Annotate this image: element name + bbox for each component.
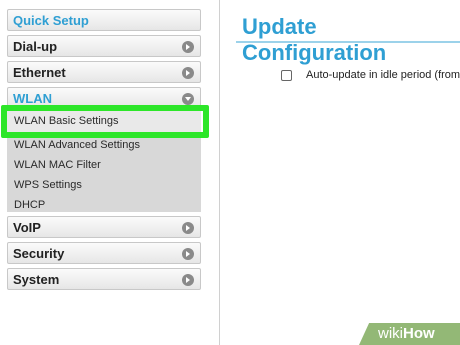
chevron-right-icon <box>182 222 194 234</box>
sidebar-nav: Quick Setup Dial-up Ethernet WLAN WLAN A… <box>1 0 209 345</box>
page-title: Update Configuration <box>242 14 387 65</box>
sidebar-item-quick-setup[interactable]: Quick Setup <box>7 9 201 31</box>
sidebar-item-label: Ethernet <box>13 64 66 80</box>
chevron-right-icon <box>182 67 194 79</box>
title-underline <box>236 41 460 43</box>
chevron-right-icon <box>182 41 194 53</box>
sidebar-item-label: VoIP <box>13 219 41 235</box>
submenu-item-wps-settings[interactable]: WPS Settings <box>14 179 82 191</box>
auto-update-label: Auto-update in idle period (from 3 <box>306 69 460 81</box>
sidebar-item-ethernet[interactable]: Ethernet <box>7 61 201 83</box>
sidebar-item-dial-up[interactable]: Dial-up <box>7 35 201 57</box>
highlight-box <box>1 105 209 138</box>
sidebar-item-security[interactable]: Security <box>7 242 201 264</box>
vertical-divider <box>219 0 220 345</box>
sidebar-item-voip[interactable]: VoIP <box>7 216 201 238</box>
sidebar-item-label: WLAN <box>13 90 52 106</box>
chevron-down-icon <box>182 93 194 105</box>
auto-update-checkbox[interactable] <box>281 70 292 81</box>
chevron-right-icon <box>182 274 194 286</box>
sidebar-item-label: Dial-up <box>13 38 58 54</box>
sidebar-item-label: Quick Setup <box>13 12 89 28</box>
sidebar-item-label: System <box>13 271 60 287</box>
sidebar-item-label: Security <box>13 245 65 261</box>
wikihow-logo: wikiHow <box>378 325 435 342</box>
submenu-item-wlan-advanced-settings[interactable]: WLAN Advanced Settings <box>14 139 140 151</box>
submenu-item-wlan-mac-filter[interactable]: WLAN MAC Filter <box>14 159 101 171</box>
chevron-right-icon <box>182 248 194 260</box>
submenu-item-dhcp[interactable]: DHCP <box>14 199 45 211</box>
sidebar-item-system[interactable]: System <box>7 268 201 290</box>
